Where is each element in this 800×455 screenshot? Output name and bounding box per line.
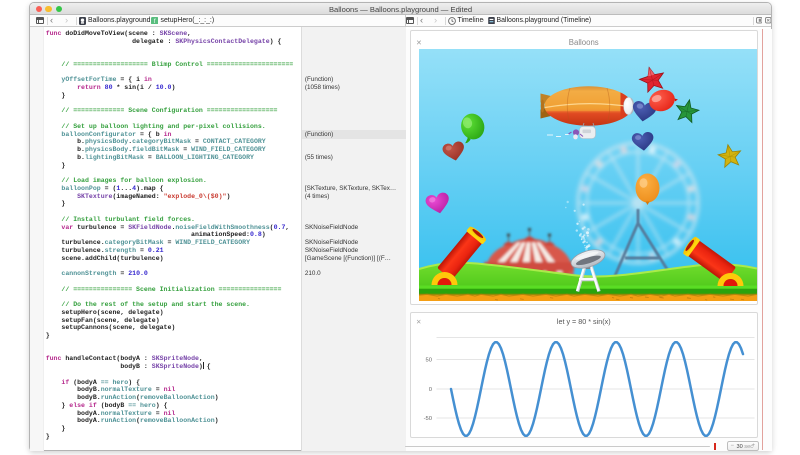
svg-text:0: 0 <box>428 387 431 393</box>
svg-text:-50: -50 <box>423 416 431 422</box>
svg-text:50: 50 <box>425 357 431 363</box>
svg-text:f: f <box>153 18 155 25</box>
